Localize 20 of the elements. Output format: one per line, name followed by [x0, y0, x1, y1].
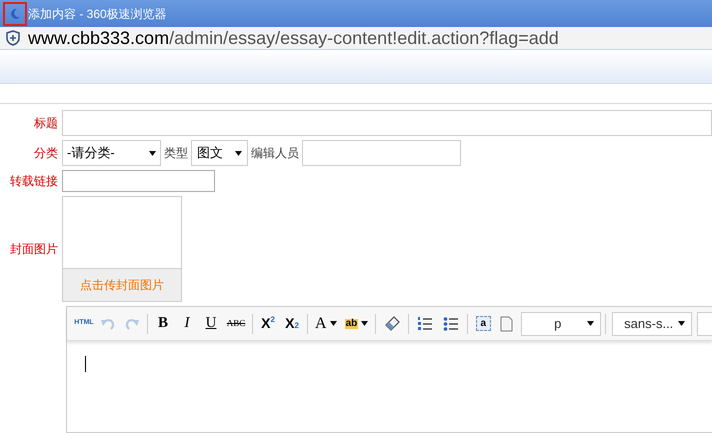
format-dropdown[interactable]: p: [521, 312, 602, 336]
strikethrough-button[interactable]: ABC: [224, 312, 248, 334]
highlight-button[interactable]: ab: [342, 312, 372, 334]
underline-button[interactable]: U: [200, 312, 222, 334]
field-label: 分类: [33, 145, 59, 162]
field-label: 编辑人员: [251, 145, 299, 162]
font-color-button[interactable]: A: [312, 312, 340, 334]
field-label: 封面图片: [9, 241, 59, 258]
type-select[interactable]: 图文: [191, 140, 248, 166]
format-dropdown[interactable]: sans-s...: [612, 312, 692, 336]
superscript-button[interactable]: X$^{2}$: [257, 312, 279, 334]
window-title: 添加内容 - 360极速浏览器: [28, 6, 167, 22]
anchor-button[interactable]: a: [472, 312, 494, 334]
category-select[interactable]: -请分类-: [62, 140, 161, 166]
bold-button[interactable]: B: [152, 312, 174, 334]
italic-button[interactable]: I: [176, 312, 198, 334]
field-label: 转载链接: [9, 173, 59, 190]
url-text[interactable]: www.cbb333.com/admin/essay/essay-content!edit.action?flag=add: [28, 29, 559, 47]
field-label: 类型: [164, 145, 188, 162]
field-label: 标题: [33, 115, 59, 132]
